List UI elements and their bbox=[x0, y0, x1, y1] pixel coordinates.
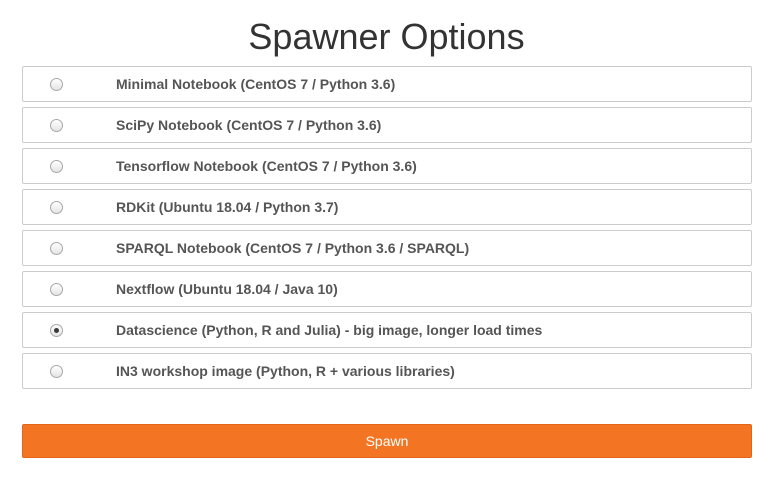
profile-option-sparql[interactable]: SPARQL Notebook (CentOS 7 / Python 3.6 /… bbox=[22, 230, 752, 266]
profile-option-datascience[interactable]: Datascience (Python, R and Julia) - big … bbox=[22, 312, 752, 348]
profile-option-nextflow[interactable]: Nextflow (Ubuntu 18.04 / Java 10) bbox=[22, 271, 752, 307]
page-title: Spawner Options bbox=[248, 16, 525, 57]
radio-button[interactable] bbox=[50, 159, 63, 173]
radio-button[interactable] bbox=[50, 323, 63, 337]
profile-option-minimal[interactable]: Minimal Notebook (CentOS 7 / Python 3.6) bbox=[22, 66, 752, 102]
profile-list: Minimal Notebook (CentOS 7 / Python 3.6)… bbox=[22, 66, 752, 394]
profile-label: Minimal Notebook (CentOS 7 / Python 3.6) bbox=[116, 76, 396, 92]
profile-label: SPARQL Notebook (CentOS 7 / Python 3.6 /… bbox=[116, 240, 470, 256]
profile-label: SciPy Notebook (CentOS 7 / Python 3.6) bbox=[116, 117, 382, 133]
spawner-options-page: Spawner Options Minimal Notebook (CentOS… bbox=[0, 0, 773, 482]
profile-label: RDKit (Ubuntu 18.04 / Python 3.7) bbox=[116, 199, 339, 215]
radio-button[interactable] bbox=[50, 364, 63, 378]
profile-option-scipy[interactable]: SciPy Notebook (CentOS 7 / Python 3.6) bbox=[22, 107, 752, 143]
profile-label: Tensorflow Notebook (CentOS 7 / Python 3… bbox=[116, 158, 417, 174]
radio-button[interactable] bbox=[50, 282, 63, 296]
profile-option-rdkit[interactable]: RDKit (Ubuntu 18.04 / Python 3.7) bbox=[22, 189, 752, 225]
radio-button[interactable] bbox=[50, 77, 63, 91]
radio-button[interactable] bbox=[50, 241, 63, 255]
profile-label: Nextflow (Ubuntu 18.04 / Java 10) bbox=[116, 281, 338, 297]
profile-option-in3-workshop[interactable]: IN3 workshop image (Python, R + various … bbox=[22, 353, 752, 389]
profile-option-tensorflow[interactable]: Tensorflow Notebook (CentOS 7 / Python 3… bbox=[22, 148, 752, 184]
profile-label: IN3 workshop image (Python, R + various … bbox=[116, 363, 455, 379]
profile-label: Datascience (Python, R and Julia) - big … bbox=[116, 322, 543, 338]
radio-dot-icon bbox=[54, 327, 59, 333]
spawn-button[interactable]: Spawn bbox=[22, 424, 752, 458]
radio-button[interactable] bbox=[50, 200, 63, 214]
radio-button[interactable] bbox=[50, 118, 63, 132]
